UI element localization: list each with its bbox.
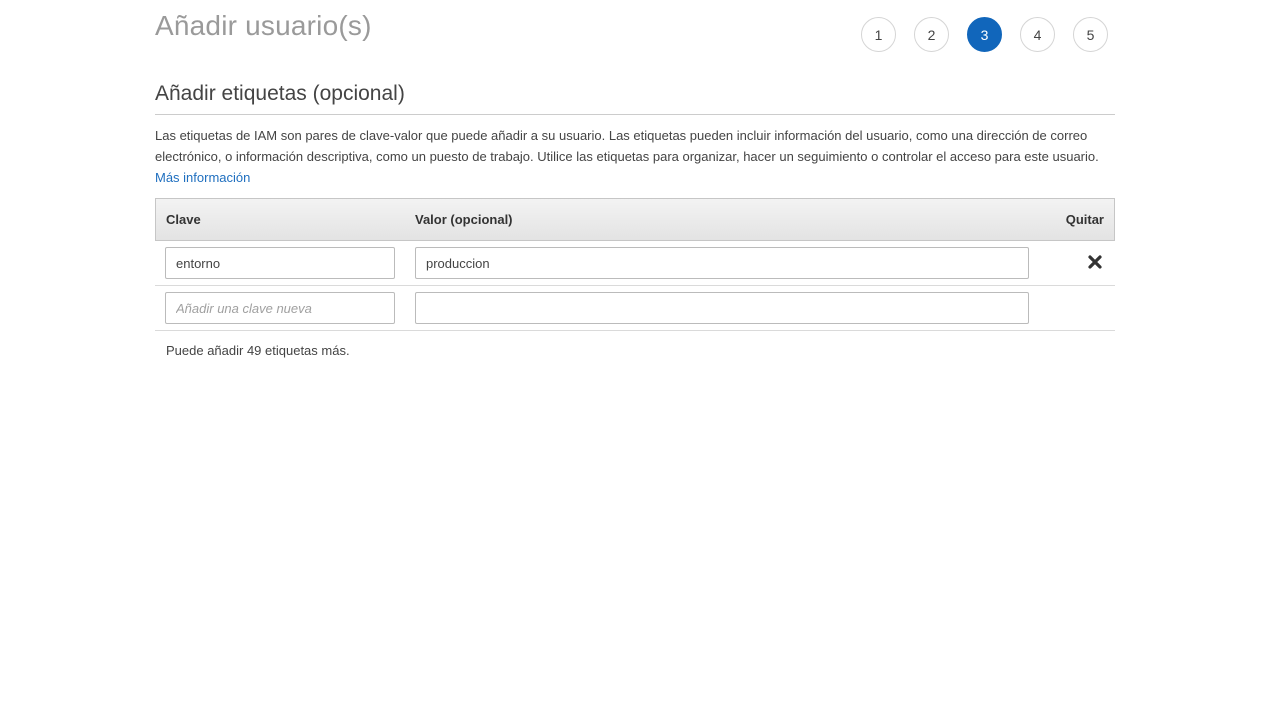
tag-value-input[interactable] bbox=[415, 247, 1029, 279]
column-header-value: Valor (opcional) bbox=[415, 212, 513, 227]
tags-description: Las etiquetas de IAM son pares de clave-… bbox=[155, 125, 1117, 188]
tags-table: Clave Valor (opcional) Quitar Puede añad… bbox=[155, 198, 1115, 358]
tag-row bbox=[155, 241, 1115, 286]
new-tag-value-input[interactable] bbox=[415, 292, 1029, 324]
learn-more-link[interactable]: Más información bbox=[155, 170, 250, 185]
section-divider bbox=[155, 114, 1115, 115]
wizard-steps: 1 2 3 4 5 bbox=[861, 17, 1126, 52]
description-text: Las etiquetas de IAM son pares de clave-… bbox=[155, 128, 1099, 164]
new-tag-key-input[interactable] bbox=[165, 292, 395, 324]
step-4[interactable]: 4 bbox=[1020, 17, 1055, 52]
tags-table-header: Clave Valor (opcional) Quitar bbox=[155, 198, 1115, 241]
step-1[interactable]: 1 bbox=[861, 17, 896, 52]
tag-key-input[interactable] bbox=[165, 247, 395, 279]
column-header-remove: Quitar bbox=[1065, 212, 1104, 227]
section-title: Añadir etiquetas (opcional) bbox=[155, 82, 405, 105]
page-title: Añadir usuario(s) bbox=[155, 10, 372, 41]
step-2[interactable]: 2 bbox=[914, 17, 949, 52]
step-3[interactable]: 3 bbox=[967, 17, 1002, 52]
step-5[interactable]: 5 bbox=[1073, 17, 1108, 52]
remaining-tags-text: Puede añadir 49 etiquetas más. bbox=[166, 343, 350, 358]
new-tag-row bbox=[155, 286, 1115, 331]
close-icon[interactable] bbox=[1087, 254, 1103, 270]
column-header-key: Clave bbox=[166, 212, 201, 227]
